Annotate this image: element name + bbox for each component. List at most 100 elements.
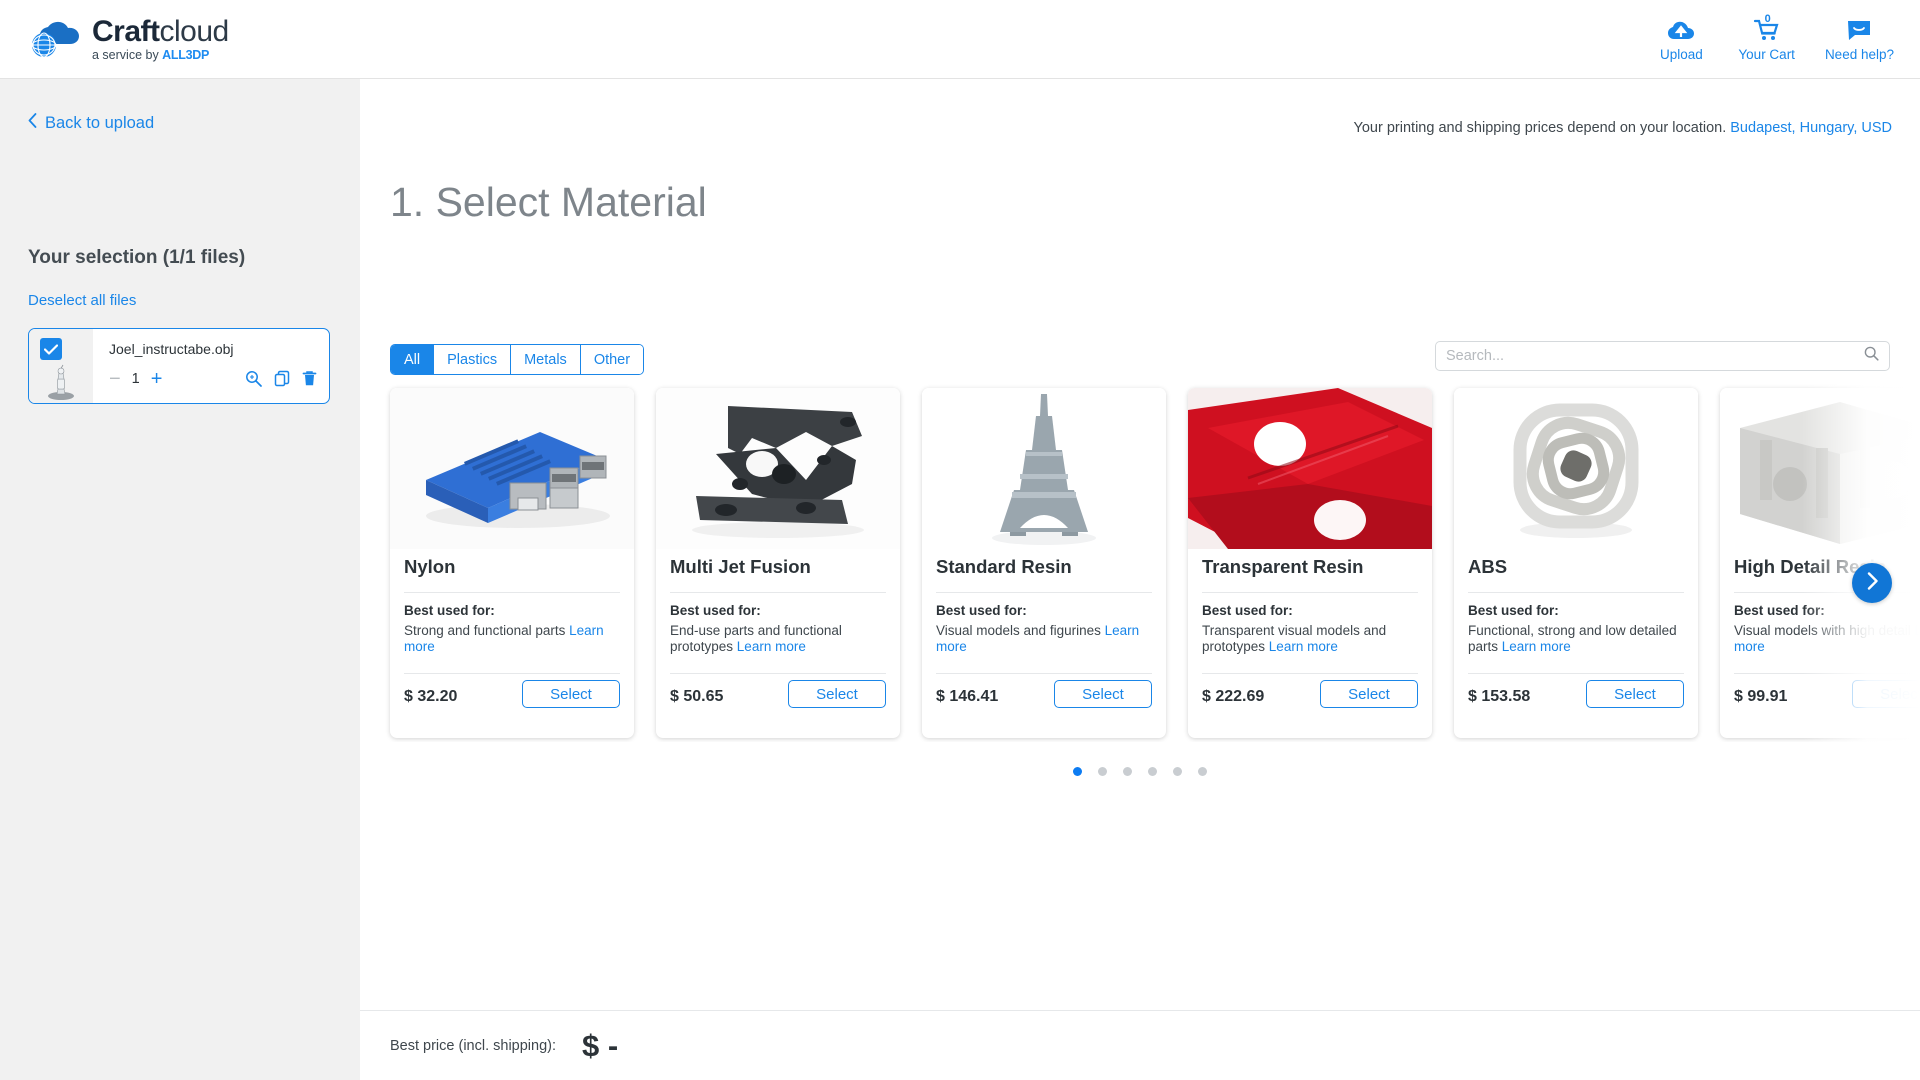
select-button[interactable]: Select (1320, 680, 1418, 708)
filter-tab-plastics[interactable]: Plastics (434, 345, 512, 374)
divider (670, 592, 886, 593)
material-image-high-detail-resin (1720, 388, 1920, 549)
material-image-standard-resin (922, 388, 1166, 549)
upload-action[interactable]: Upload (1654, 16, 1708, 62)
trash-icon[interactable] (302, 370, 317, 387)
upload-label: Upload (1660, 47, 1703, 62)
search-box[interactable] (1435, 341, 1890, 371)
select-button[interactable]: Select (788, 680, 886, 708)
filter-tab-all[interactable]: All (391, 345, 435, 374)
logo-wordmark: Craftcloud (92, 14, 229, 48)
back-to-upload-link[interactable]: Back to upload (28, 113, 154, 133)
material-image-mjf (656, 388, 900, 549)
carousel-dot-5[interactable] (1173, 767, 1182, 776)
divider (936, 673, 1152, 674)
sidebar: Back to upload Your selection (1/1 files… (0, 79, 360, 1080)
help-label: Need help? (1824, 47, 1894, 62)
material-price: $ 153.58 (1468, 688, 1531, 705)
divider (404, 673, 620, 674)
file-checkbox[interactable] (40, 338, 62, 360)
duplicate-icon[interactable] (274, 370, 290, 387)
file-card[interactable]: Joel_instructabe.obj − 1 + (28, 328, 330, 404)
select-button[interactable]: Select (522, 680, 620, 708)
material-filter-tabs: All Plastics Metals Other (390, 344, 645, 375)
location-link[interactable]: Budapest, Hungary, USD (1730, 120, 1892, 136)
divider (1734, 592, 1920, 593)
best-used-for-label: Best used for: (1734, 603, 1825, 618)
divider (1468, 673, 1684, 674)
chat-bubble-icon (1846, 16, 1872, 44)
quantity-stepper[interactable]: − 1 + (109, 369, 162, 389)
best-used-for-label: Best used for: (670, 603, 761, 618)
material-price: $ 32.20 (404, 688, 458, 705)
magnify-icon[interactable] (245, 370, 262, 387)
carousel-dot-3[interactable] (1123, 767, 1132, 776)
divider (670, 673, 886, 674)
file-tools (245, 370, 317, 387)
divider (936, 592, 1152, 593)
material-price: $ 146.41 (936, 688, 999, 705)
file-card-right: Joel_instructabe.obj − 1 + (93, 329, 329, 403)
file-thumbnail (37, 363, 85, 401)
carousel-dot-6[interactable] (1198, 767, 1207, 776)
location-notice: Your printing and shipping prices depend… (1354, 120, 1892, 136)
search-icon[interactable] (1864, 346, 1879, 366)
material-name: Transparent Resin (1202, 556, 1364, 577)
search-input[interactable] (1446, 348, 1864, 364)
help-action[interactable]: Need help? (1825, 16, 1894, 62)
select-button[interactable]: Select (1852, 680, 1920, 708)
best-price-value: $ - (582, 1027, 619, 1063)
learn-more-link[interactable]: Learn more (737, 639, 806, 654)
back-to-upload-label: Back to upload (45, 113, 155, 132)
quantity-increment-button[interactable]: + (151, 369, 163, 389)
divider (1468, 592, 1684, 593)
app-header: Craftcloud a service by ALL3DP Upload 0 … (0, 0, 1920, 79)
material-image-nylon (390, 388, 634, 549)
select-button[interactable]: Select (1586, 680, 1684, 708)
best-used-for-label: Best used for: (1468, 603, 1559, 618)
material-card[interactable]: Nylon Best used for: Strong and function… (390, 388, 634, 738)
location-notice-text: Your printing and shipping prices depend… (1353, 120, 1727, 136)
select-button[interactable]: Select (1054, 680, 1152, 708)
material-card[interactable]: High Detail Resin Best used for: Visual … (1720, 388, 1920, 738)
carousel-dot-2[interactable] (1098, 767, 1107, 776)
best-used-for-label: Best used for: (404, 603, 495, 618)
carousel-dot-4[interactable] (1148, 767, 1157, 776)
material-card[interactable]: Multi Jet Fusion Best used for: End-use … (656, 388, 900, 738)
logo-tagline: a service by ALL3DP (92, 47, 209, 62)
material-price: $ 99.91 (1734, 688, 1788, 705)
divider (404, 592, 620, 593)
cart-action[interactable]: 0 Your Cart (1738, 13, 1795, 62)
material-card[interactable]: Transparent Resin Best used for: Transpa… (1188, 388, 1432, 738)
material-card-track: Nylon Best used for: Strong and function… (390, 388, 1920, 738)
learn-more-link[interactable]: Learn more (1269, 639, 1338, 654)
main-content: Your printing and shipping prices depend… (360, 79, 1920, 1010)
material-description: Visual models with high detail Learn mor… (1734, 623, 1920, 655)
quantity-decrement-button[interactable]: − (109, 369, 121, 389)
carousel-dot-1[interactable] (1073, 767, 1082, 776)
filter-tab-metals[interactable]: Metals (511, 345, 581, 374)
material-card[interactable]: ABS Best used for: Functional, strong an… (1454, 388, 1698, 738)
material-description: End-use parts and functional prototypes … (670, 623, 842, 655)
material-image-transparent-resin (1188, 388, 1432, 549)
carousel-dots (360, 767, 1920, 776)
cart-count-badge: 0 (1764, 13, 1771, 25)
learn-more-link[interactable]: Learn more (1502, 639, 1571, 654)
material-name: Standard Resin (936, 556, 1072, 577)
carousel-next-button[interactable] (1852, 563, 1892, 603)
header-actions: Upload 0 Your Cart Need help? (1654, 13, 1894, 62)
craftcloud-logo[interactable]: Craftcloud a service by ALL3DP (28, 14, 229, 62)
material-carousel: Nylon Best used for: Strong and function… (360, 382, 1920, 742)
material-price: $ 222.69 (1202, 688, 1265, 705)
material-description: Functional, strong and low detailed part… (1468, 623, 1677, 655)
deselect-all-files-link[interactable]: Deselect all files (28, 292, 136, 309)
best-price-label: Best price (incl. shipping): (390, 1037, 557, 1054)
material-description: Transparent visual models and prototypes… (1202, 623, 1387, 655)
divider (1734, 673, 1920, 674)
filter-tab-other[interactable]: Other (580, 345, 644, 374)
material-name: ABS (1468, 556, 1508, 577)
file-name: Joel_instructabe.obj (109, 341, 234, 357)
page-title: 1. Select Material (390, 179, 707, 225)
best-used-for-label: Best used for: (1202, 603, 1293, 618)
material-card[interactable]: Standard Resin Best used for: Visual mod… (922, 388, 1166, 738)
